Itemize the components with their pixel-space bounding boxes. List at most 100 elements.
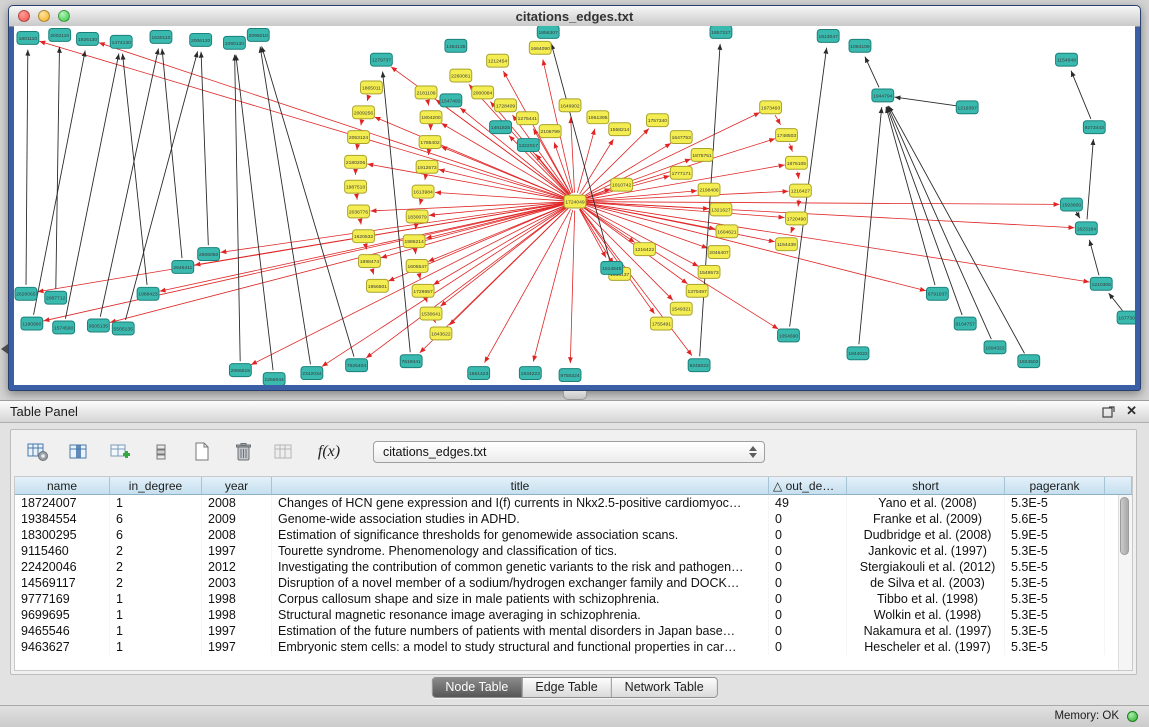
table-row[interactable]: 1830029562008Estimation of significance … <box>15 527 1132 543</box>
table-row[interactable]: 977716911998Corpus callosum shape and si… <box>15 591 1132 607</box>
graph-node[interactable]: 1973493 <box>760 101 782 114</box>
citation-edge[interactable] <box>460 108 568 196</box>
window-titlebar[interactable]: citations_edges.txt <box>9 6 1140 27</box>
graph-edge[interactable] <box>895 97 959 106</box>
citation-edge[interactable] <box>580 209 692 356</box>
column-header-short[interactable]: short <box>847 477 1005 495</box>
graph-node[interactable]: 1912573 <box>416 160 438 173</box>
import-table-icon[interactable] <box>271 439 297 465</box>
graph-node[interactable]: 2646411 <box>172 261 194 274</box>
close-panel-icon[interactable]: ✕ <box>1126 403 1137 419</box>
table-row[interactable]: 969969511998Structural magnetic resonanc… <box>15 607 1132 623</box>
graph-node[interactable]: 1987510 <box>345 180 367 193</box>
table-vertical-scrollbar[interactable] <box>1118 495 1132 670</box>
graph-edge[interactable] <box>1109 293 1123 310</box>
graph-node[interactable]: 1558214 <box>609 123 631 136</box>
graph-node[interactable]: 9505135 <box>87 319 109 332</box>
graph-edge[interactable] <box>1089 240 1099 275</box>
graph-node[interactable]: 1623184 <box>1075 222 1097 235</box>
graph-node[interactable]: 2180206 <box>345 155 367 168</box>
graph-node[interactable]: 2106799 <box>539 125 561 138</box>
graph-node[interactable]: 1090130 <box>224 36 246 49</box>
graph-node[interactable]: 1857227 <box>710 26 732 38</box>
graph-node[interactable]: 1593800 <box>1061 198 1083 211</box>
citation-edge[interactable] <box>361 121 362 125</box>
graph-node[interactable]: 1801110 <box>17 31 39 44</box>
graph-node[interactable]: 1724049 <box>564 195 586 208</box>
graph-node[interactable]: 1926130 <box>77 32 99 45</box>
tab-network-table[interactable]: Network Table <box>611 678 717 697</box>
graph-node[interactable]: 1844022 <box>847 347 869 360</box>
citation-edge[interactable] <box>798 172 799 179</box>
graph-node[interactable]: 2009256 <box>353 106 375 119</box>
graph-node[interactable]: 1755491 <box>650 317 672 330</box>
graph-node[interactable]: 1180990 <box>21 317 43 330</box>
graph-node[interactable]: 1785402 <box>419 136 441 149</box>
graph-node[interactable]: 1574590 <box>53 321 75 334</box>
graph-node[interactable]: 1630110 <box>150 30 172 43</box>
citation-edge[interactable] <box>570 210 574 363</box>
column-header-in_degree[interactable]: in_degree <box>110 477 202 495</box>
graph-node[interactable]: 1777171 <box>670 166 692 179</box>
graph-node[interactable]: 1898474 <box>359 255 381 268</box>
row-options-icon[interactable] <box>148 439 174 465</box>
graph-node[interactable]: 1605547 <box>406 260 428 273</box>
column-header-name[interactable]: name <box>15 477 110 495</box>
graph-node[interactable]: 2506050 <box>198 248 220 261</box>
graph-node[interactable]: 1834222 <box>519 367 541 380</box>
graph-node[interactable]: 1875751 <box>691 148 713 161</box>
citation-edge[interactable] <box>583 205 707 249</box>
function-builder-button[interactable]: f(x) <box>312 439 346 465</box>
graph-edge[interactable] <box>260 47 310 365</box>
citation-network-graph[interactable]: 1724049218110918042001785402191257316139… <box>14 26 1135 385</box>
graph-node[interactable]: 1856307 <box>537 26 559 38</box>
graph-edge[interactable] <box>262 46 354 356</box>
graph-node[interactable]: 9750224 <box>559 369 581 382</box>
graph-node[interactable]: 1547493 <box>440 94 462 107</box>
graph-node[interactable]: 1720490 <box>785 212 807 225</box>
graph-node[interactable]: 1010742 <box>611 178 633 191</box>
citation-edge[interactable] <box>584 202 1060 205</box>
column-header-title[interactable]: title <box>272 477 769 495</box>
graph-node[interactable]: 1216422 <box>634 243 656 256</box>
graph-node[interactable]: 9273443 <box>1083 121 1105 134</box>
table-row[interactable]: 946362711997Embryonic stem cells: a mode… <box>15 639 1132 655</box>
graph-node[interactable]: 1210305 <box>1090 277 1112 290</box>
graph-node[interactable]: 1875105 <box>785 156 807 169</box>
citation-edge[interactable] <box>428 101 429 105</box>
network-canvas[interactable]: 1724049218110918042001785402191257316139… <box>14 26 1135 385</box>
graph-node[interactable]: 2095010 <box>247 28 269 41</box>
citation-edge[interactable] <box>791 227 793 233</box>
citation-edge[interactable] <box>775 115 780 125</box>
citation-edge[interactable] <box>360 220 361 224</box>
tab-edge-table[interactable]: Edge Table <box>521 678 610 697</box>
graph-node[interactable]: 1677302 <box>1117 311 1135 324</box>
graph-node[interactable]: 1956501 <box>366 279 388 292</box>
graph-node[interactable]: 1321627 <box>710 203 732 216</box>
graph-node[interactable]: 1664090 <box>529 41 551 54</box>
citation-edge[interactable] <box>419 275 420 279</box>
graph-edge[interactable] <box>1087 139 1093 219</box>
graph-node[interactable]: 1728409 <box>495 99 517 112</box>
graph-node[interactable]: 7619441 <box>400 355 422 368</box>
citation-edge[interactable] <box>426 299 427 302</box>
graph-node[interactable]: 1549321 <box>670 302 692 315</box>
collapse-panel-arrow-icon[interactable] <box>1 344 8 354</box>
graph-node[interactable]: 2066615 <box>229 364 251 377</box>
graph-node[interactable]: 1322017 <box>517 139 539 152</box>
graph-node[interactable]: 1604621 <box>716 225 738 238</box>
graph-node[interactable]: 1694322 <box>984 341 1006 354</box>
graph-node[interactable]: 2046407 <box>708 246 730 259</box>
graph-node[interactable]: 1514545 <box>601 262 623 275</box>
graph-node[interactable]: 1944794 <box>872 89 894 102</box>
table-row[interactable]: 1456911722003Disruption of a novel membe… <box>15 575 1132 591</box>
graph-edge[interactable] <box>201 52 208 245</box>
graph-node[interactable]: 1216427 <box>789 184 811 197</box>
graph-node[interactable]: 1461825 <box>490 121 512 134</box>
graph-edge[interactable] <box>56 47 60 289</box>
table-row[interactable]: 2242004622012Investigating the contribut… <box>15 559 1132 575</box>
float-panel-icon[interactable] <box>1102 405 1115 417</box>
graph-node[interactable]: 1757340 <box>646 114 668 127</box>
graph-node[interactable]: 2006120 <box>190 33 212 46</box>
column-header-out_degree[interactable]: △ out_de… <box>769 477 847 495</box>
